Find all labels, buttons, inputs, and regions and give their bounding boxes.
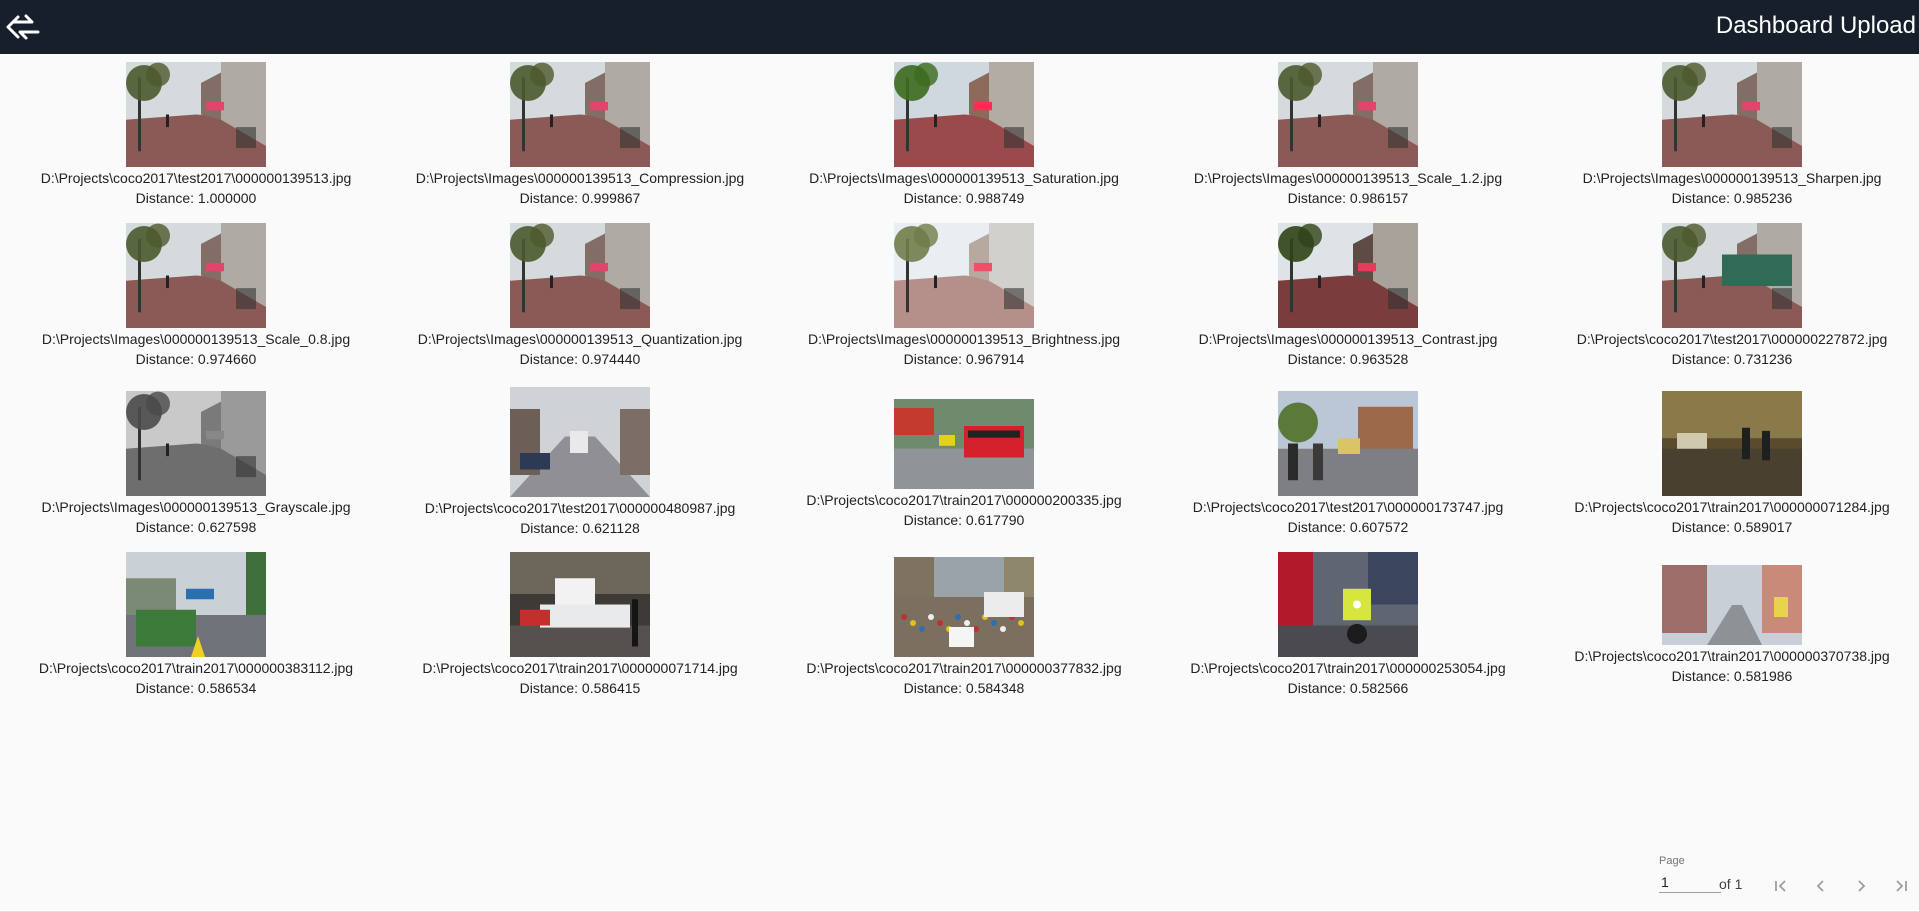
result-thumbnail[interactable] [126,552,266,657]
result-file-path: D:\Projects\Images\000000139513_Contrast… [1198,331,1498,347]
result-thumbnail[interactable] [510,62,650,167]
result-distance: Distance: 0.999867 [519,190,641,206]
result-distance: Distance: 0.581986 [1671,668,1793,684]
page-total-label: of 1 [1719,876,1743,892]
result-thumbnail[interactable] [510,552,650,657]
result-card[interactable]: D:\Projects\Images\000000139513_Contrast… [1156,223,1540,369]
result-file-path: D:\Projects\coco2017\test2017\0000002278… [1576,331,1888,347]
result-thumbnail[interactable] [1278,62,1418,167]
result-distance: Distance: 0.621128 [520,520,640,536]
result-distance: Distance: 1.000000 [135,190,257,206]
next-page-icon [1858,880,1866,892]
result-distance: Distance: 0.584348 [903,680,1025,696]
result-file-path: D:\Projects\coco2017\test2017\0000001395… [40,170,352,186]
result-file-path: D:\Projects\Images\000000139513_Compress… [415,170,745,186]
result-thumbnail[interactable] [1278,223,1418,328]
result-distance: Distance: 0.986157 [1287,190,1409,206]
result-distance: Distance: 0.963528 [1287,351,1409,367]
result-thumbnail[interactable] [1662,391,1802,496]
result-file-path: D:\Projects\coco2017\test2017\0000004809… [424,500,736,516]
result-distance: Distance: 0.974440 [519,351,641,367]
result-distance: Distance: 0.589017 [1671,519,1793,535]
result-file-path: D:\Projects\Images\000000139513_Scale_0.… [41,331,351,347]
result-card[interactable]: D:\Projects\Images\000000139513_Compress… [388,62,772,208]
result-file-path: D:\Projects\Images\000000139513_Sharpen.… [1582,170,1882,186]
result-distance: Distance: 0.974660 [135,351,257,367]
result-card[interactable]: D:\Projects\Images\000000139513_Grayscal… [4,391,388,537]
result-card[interactable]: D:\Projects\coco2017\test2017\0000002278… [1540,223,1919,369]
result-thumbnail[interactable] [510,223,650,328]
result-card[interactable]: D:\Projects\coco2017\test2017\0000001737… [1156,391,1540,537]
result-distance: Distance: 0.586534 [135,680,257,696]
result-thumbnail[interactable] [894,399,1034,489]
result-thumbnail[interactable] [1278,552,1418,657]
result-distance: Distance: 0.731236 [1671,351,1793,367]
page-number-input[interactable] [1659,872,1721,893]
pagination: Page of 1 [1659,852,1919,912]
result-distance: Distance: 0.607572 [1287,519,1409,535]
result-file-path: D:\Projects\coco2017\train2017\000000071… [1574,499,1890,515]
result-card[interactable]: D:\Projects\Images\000000139513_Scale_0.… [4,223,388,369]
first-page-icon [1775,880,1786,892]
result-file-path: D:\Projects\coco2017\train2017\000000377… [806,660,1122,676]
result-file-path: D:\Projects\coco2017\test2017\0000001737… [1192,499,1504,515]
result-file-path: D:\Projects\coco2017\train2017\000000383… [38,660,354,676]
page-label: Page [1659,855,1685,867]
result-card[interactable]: D:\Projects\Images\000000139513_Brightne… [772,223,1156,369]
first-page-button[interactable] [1763,868,1799,904]
previous-page-button[interactable] [1803,868,1839,904]
result-card[interactable]: D:\Projects\Images\000000139513_Quantiza… [388,223,772,369]
result-card[interactable]: D:\Projects\coco2017\test2017\0000001395… [4,62,388,208]
result-card[interactable]: D:\Projects\coco2017\train2017\000000377… [772,557,1156,698]
result-card[interactable]: D:\Projects\coco2017\train2017\000000370… [1540,565,1919,686]
page-title: Dashboard Upload [1715,12,1916,39]
result-thumbnail[interactable] [894,557,1034,657]
result-thumbnail[interactable] [1278,391,1418,496]
result-thumbnail[interactable] [510,387,650,497]
result-card[interactable]: D:\Projects\Images\000000139513_Sharpen.… [1540,62,1919,208]
result-thumbnail[interactable] [1662,223,1802,328]
result-thumbnail[interactable] [1662,565,1802,645]
result-thumbnail[interactable] [1662,62,1802,167]
next-page-button[interactable] [1843,868,1879,904]
result-card[interactable]: D:\Projects\coco2017\train2017\000000383… [4,552,388,698]
result-card[interactable]: D:\Projects\coco2017\train2017\000000200… [772,399,1156,530]
result-card[interactable]: D:\Projects\Images\000000139513_Scale_1.… [1156,62,1540,208]
result-card[interactable]: D:\Projects\coco2017\train2017\000000253… [1156,552,1540,698]
result-card[interactable]: D:\Projects\coco2017\train2017\000000071… [388,552,772,698]
result-thumbnail[interactable] [126,391,266,496]
result-distance: Distance: 0.617790 [903,512,1025,528]
result-file-path: D:\Projects\Images\000000139513_Brightne… [807,331,1121,347]
result-thumbnail[interactable] [894,62,1034,167]
result-thumbnail[interactable] [126,223,266,328]
top-app-bar: Dashboard Upload [0,0,1919,54]
result-thumbnail[interactable] [894,223,1034,328]
last-page-button[interactable] [1883,868,1919,904]
result-file-path: D:\Projects\coco2017\train2017\000000200… [806,492,1122,508]
result-file-path: D:\Projects\Images\000000139513_Quantiza… [417,331,743,347]
result-distance: Distance: 0.985236 [1671,190,1793,206]
result-distance: Distance: 0.967914 [903,351,1025,367]
result-card[interactable]: D:\Projects\coco2017\train2017\000000071… [1540,391,1919,537]
result-card[interactable]: D:\Projects\Images\000000139513_Saturati… [772,62,1156,208]
result-distance: Distance: 0.586415 [519,680,641,696]
result-file-path: D:\Projects\Images\000000139513_Scale_1.… [1193,170,1503,186]
result-distance: Distance: 0.582566 [1287,680,1409,696]
last-page-icon [1896,880,1907,892]
result-thumbnail[interactable] [126,62,266,167]
result-file-path: D:\Projects\coco2017\train2017\000000071… [422,660,738,676]
result-file-path: D:\Projects\Images\000000139513_Grayscal… [41,499,351,515]
previous-page-icon [1816,880,1824,892]
result-file-path: D:\Projects\coco2017\train2017\000000253… [1190,660,1506,676]
result-card[interactable]: D:\Projects\coco2017\test2017\0000004809… [388,387,772,538]
result-distance: Distance: 0.627598 [135,519,257,535]
result-file-path: D:\Projects\coco2017\train2017\000000370… [1574,648,1890,664]
result-distance: Distance: 0.988749 [903,190,1025,206]
sync-arrows-logo-icon[interactable] [4,9,44,45]
result-file-path: D:\Projects\Images\000000139513_Saturati… [809,170,1119,186]
